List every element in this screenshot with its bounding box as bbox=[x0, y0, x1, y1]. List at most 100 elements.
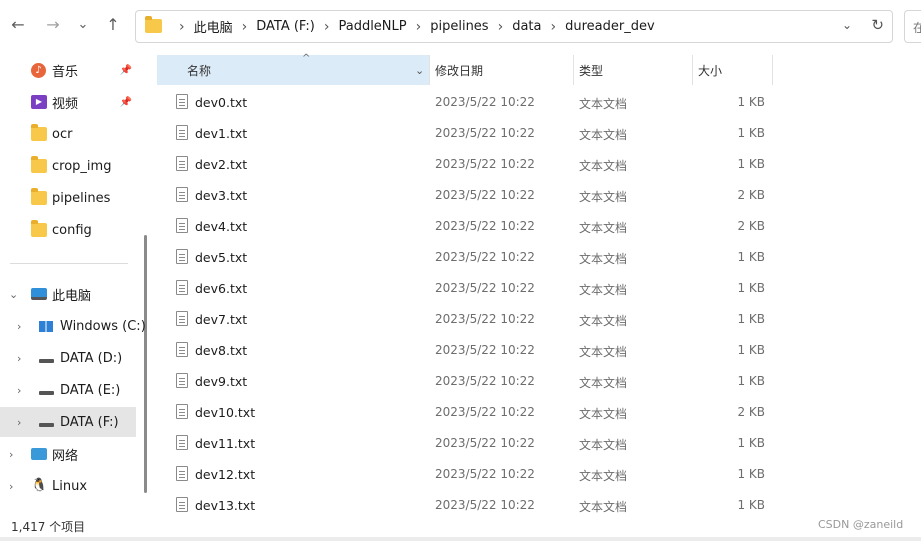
sidebar-item-drive[interactable]: › DATA (D:) bbox=[0, 343, 136, 373]
sidebar-item-label: pipelines bbox=[52, 190, 111, 206]
up-arrow-icon[interactable]: ↑ bbox=[102, 14, 124, 36]
column-separator[interactable] bbox=[692, 55, 693, 85]
bottom-border bbox=[0, 537, 921, 541]
breadcrumb-item[interactable]: dureader_dev bbox=[565, 19, 655, 34]
column-separator[interactable] bbox=[772, 55, 773, 85]
file-row[interactable]: dev5.txt 2023/5/22 10:22 文本文档 1 KB bbox=[155, 242, 775, 273]
sidebar-item-quick-access[interactable]: ocr bbox=[0, 119, 136, 149]
file-type: 文本文档 bbox=[579, 128, 628, 142]
sidebar-item-quick-access[interactable]: ♪ 音乐 📌 bbox=[0, 55, 136, 85]
file-size: 1 KB bbox=[737, 467, 765, 481]
breadcrumb-item[interactable]: 此电脑 bbox=[194, 17, 233, 36]
file-type: 文本文档 bbox=[579, 252, 628, 266]
item-count: 1,417 个项目 bbox=[11, 520, 86, 534]
sidebar-item-drive[interactable]: › DATA (E:) bbox=[0, 375, 136, 405]
file-name: dev6.txt bbox=[195, 281, 248, 296]
back-arrow-icon[interactable]: ← bbox=[7, 14, 29, 36]
file-date: 2023/5/22 10:22 bbox=[435, 157, 535, 171]
drive-icon bbox=[39, 358, 54, 363]
column-separator[interactable] bbox=[573, 55, 574, 85]
column-header-date[interactable]: 修改日期 bbox=[435, 55, 570, 85]
recent-locations-chevron-icon[interactable]: ⌄ bbox=[72, 14, 94, 36]
sidebar-item-linux[interactable]: › 🐧 Linux bbox=[0, 471, 136, 501]
text-file-icon bbox=[176, 218, 188, 233]
file-type: 文本文档 bbox=[579, 314, 628, 328]
search-input[interactable]: 在 bbox=[904, 10, 921, 43]
expand-chevron-right-icon[interactable]: › bbox=[9, 448, 13, 461]
toolbar: ← → ⌄ ↑ › 此电脑 › DATA (F:) › PaddleNLP › pipelin… bbox=[0, 0, 921, 50]
expand-chevron-right-icon[interactable]: › bbox=[17, 352, 21, 365]
file-size: 1 KB bbox=[737, 126, 765, 140]
expand-chevron-right-icon[interactable]: › bbox=[9, 480, 13, 493]
file-name: dev5.txt bbox=[195, 250, 248, 265]
file-row[interactable]: dev4.txt 2023/5/22 10:22 文本文档 2 KB bbox=[155, 211, 775, 242]
column-filter-chevron-icon[interactable]: ⌄ bbox=[415, 64, 424, 77]
column-header-name[interactable]: 名称 ^ ⌄ bbox=[157, 53, 429, 85]
watermark: CSDN @zaneild bbox=[818, 518, 904, 531]
sidebar-item-label: config bbox=[52, 222, 92, 238]
breadcrumb-separator-icon[interactable]: › bbox=[233, 19, 257, 35]
sidebar-scrollbar[interactable] bbox=[144, 235, 147, 493]
navigation-pane: ♪ 音乐 📌 ▶ 视频 📌 ocr crop_img pipelines config ⌄ 此电脑 › W… bbox=[0, 50, 148, 516]
breadcrumb-item[interactable]: DATA (F:) bbox=[256, 19, 315, 34]
file-size: 1 KB bbox=[737, 374, 765, 388]
file-row[interactable]: dev6.txt 2023/5/22 10:22 文本文档 1 KB bbox=[155, 273, 775, 304]
file-size: 1 KB bbox=[737, 343, 765, 357]
breadcrumb-item[interactable]: pipelines bbox=[430, 19, 488, 34]
file-name: dev12.txt bbox=[195, 467, 256, 482]
text-file-icon bbox=[176, 497, 188, 512]
sidebar-item-label: Linux bbox=[52, 478, 88, 494]
column-header-type[interactable]: 类型 bbox=[579, 55, 689, 85]
file-row[interactable]: dev9.txt 2023/5/22 10:22 文本文档 1 KB bbox=[155, 366, 775, 397]
file-row[interactable]: dev3.txt 2023/5/22 10:22 文本文档 2 KB bbox=[155, 180, 775, 211]
file-row[interactable]: dev7.txt 2023/5/22 10:22 文本文档 1 KB bbox=[155, 304, 775, 335]
sidebar-item-quick-access[interactable]: pipelines bbox=[0, 183, 136, 213]
breadcrumb-separator-icon[interactable]: › bbox=[315, 19, 339, 35]
file-row[interactable]: dev12.txt 2023/5/22 10:22 文本文档 1 KB bbox=[155, 459, 775, 490]
file-date: 2023/5/22 10:22 bbox=[435, 250, 535, 264]
forward-arrow-icon[interactable]: → bbox=[42, 14, 64, 36]
address-history-chevron-icon[interactable]: ⌄ bbox=[842, 18, 852, 32]
drive-icon bbox=[39, 422, 54, 427]
file-size: 1 KB bbox=[737, 312, 765, 326]
sidebar-item-quick-access[interactable]: crop_img bbox=[0, 151, 136, 181]
file-type: 文本文档 bbox=[579, 283, 628, 297]
column-header-size[interactable]: 大小 bbox=[698, 55, 772, 85]
file-size: 1 KB bbox=[737, 95, 765, 109]
pin-icon: 📌 bbox=[119, 64, 132, 76]
breadcrumb-separator-icon[interactable]: › bbox=[542, 19, 566, 35]
breadcrumb-separator-icon[interactable]: › bbox=[407, 19, 431, 35]
column-separator[interactable] bbox=[429, 55, 430, 85]
expand-chevron-right-icon[interactable]: › bbox=[17, 320, 21, 333]
file-row[interactable]: dev10.txt 2023/5/22 10:22 文本文档 2 KB bbox=[155, 397, 775, 428]
file-row[interactable]: dev2.txt 2023/5/22 10:22 文本文档 1 KB bbox=[155, 149, 775, 180]
refresh-icon[interactable]: ↻ bbox=[871, 16, 884, 34]
column-size-label: 大小 bbox=[698, 63, 723, 78]
file-name: dev13.txt bbox=[195, 498, 256, 513]
file-date: 2023/5/22 10:22 bbox=[435, 467, 535, 481]
file-date: 2023/5/22 10:22 bbox=[435, 126, 535, 140]
expand-chevron-right-icon[interactable]: › bbox=[17, 384, 21, 397]
sidebar-item-drive[interactable]: › Windows (C:) bbox=[0, 311, 146, 341]
sidebar-item-label: 视频 bbox=[52, 96, 79, 112]
sidebar-item-this-pc[interactable]: ⌄ 此电脑 bbox=[0, 279, 136, 309]
sidebar-item-quick-access[interactable]: config bbox=[0, 215, 136, 245]
sidebar-item-drive[interactable]: › DATA (F:) bbox=[0, 407, 136, 437]
file-row[interactable]: dev1.txt 2023/5/22 10:22 文本文档 1 KB bbox=[155, 118, 775, 149]
file-row[interactable]: dev0.txt 2023/5/22 10:22 文本文档 1 KB bbox=[155, 87, 775, 118]
text-file-icon bbox=[176, 466, 188, 481]
address-bar[interactable]: › 此电脑 › DATA (F:) › PaddleNLP › pipelines › data ›… bbox=[135, 10, 893, 43]
network-icon bbox=[31, 448, 47, 460]
expand-chevron-right-icon[interactable]: › bbox=[17, 416, 21, 429]
expand-chevron-down-icon[interactable]: ⌄ bbox=[9, 288, 18, 301]
text-file-icon bbox=[176, 342, 188, 357]
file-row[interactable]: dev8.txt 2023/5/22 10:22 文本文档 1 KB bbox=[155, 335, 775, 366]
sidebar-item-quick-access[interactable]: ▶ 视频 📌 bbox=[0, 87, 136, 117]
breadcrumb-separator-icon[interactable]: › bbox=[489, 19, 513, 35]
breadcrumb-separator-icon[interactable]: › bbox=[170, 19, 194, 35]
text-file-icon bbox=[176, 373, 188, 388]
file-row[interactable]: dev11.txt 2023/5/22 10:22 文本文档 1 KB bbox=[155, 428, 775, 459]
breadcrumb-item[interactable]: data bbox=[512, 19, 541, 34]
sidebar-item-network[interactable]: › 网络 bbox=[0, 439, 136, 469]
breadcrumb-item[interactable]: PaddleNLP bbox=[338, 19, 406, 34]
